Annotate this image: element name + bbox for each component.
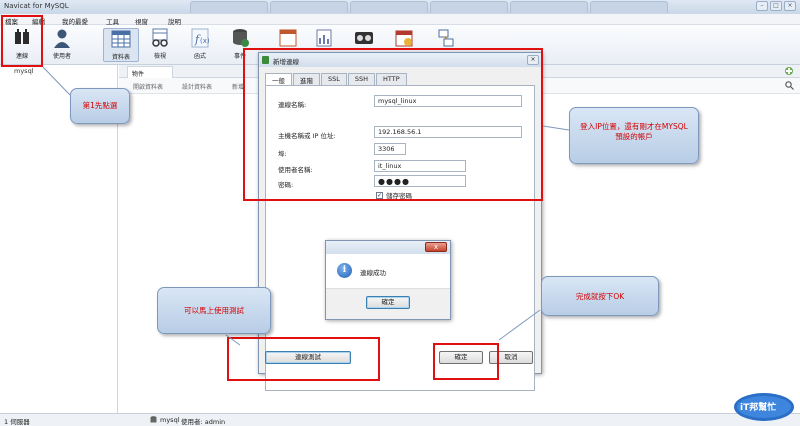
callout-done: 完成就按下OK [541, 276, 659, 316]
callout-step1: 第1先點選 [70, 88, 130, 124]
connector-line [42, 66, 71, 96]
connector-line [498, 309, 541, 341]
logo-text: iT邦幫忙 [740, 403, 777, 413]
connector-line [225, 334, 241, 346]
connector-line [542, 125, 570, 131]
annotation-connectors [42, 66, 570, 346]
callout-test: 可以馬上使用測試 [157, 287, 271, 334]
ithome-logo: iT邦幫忙 [733, 392, 795, 422]
callout-login-info: 登入IP位置，還有剛才在MYSQL預設的帳戶 [569, 107, 699, 164]
